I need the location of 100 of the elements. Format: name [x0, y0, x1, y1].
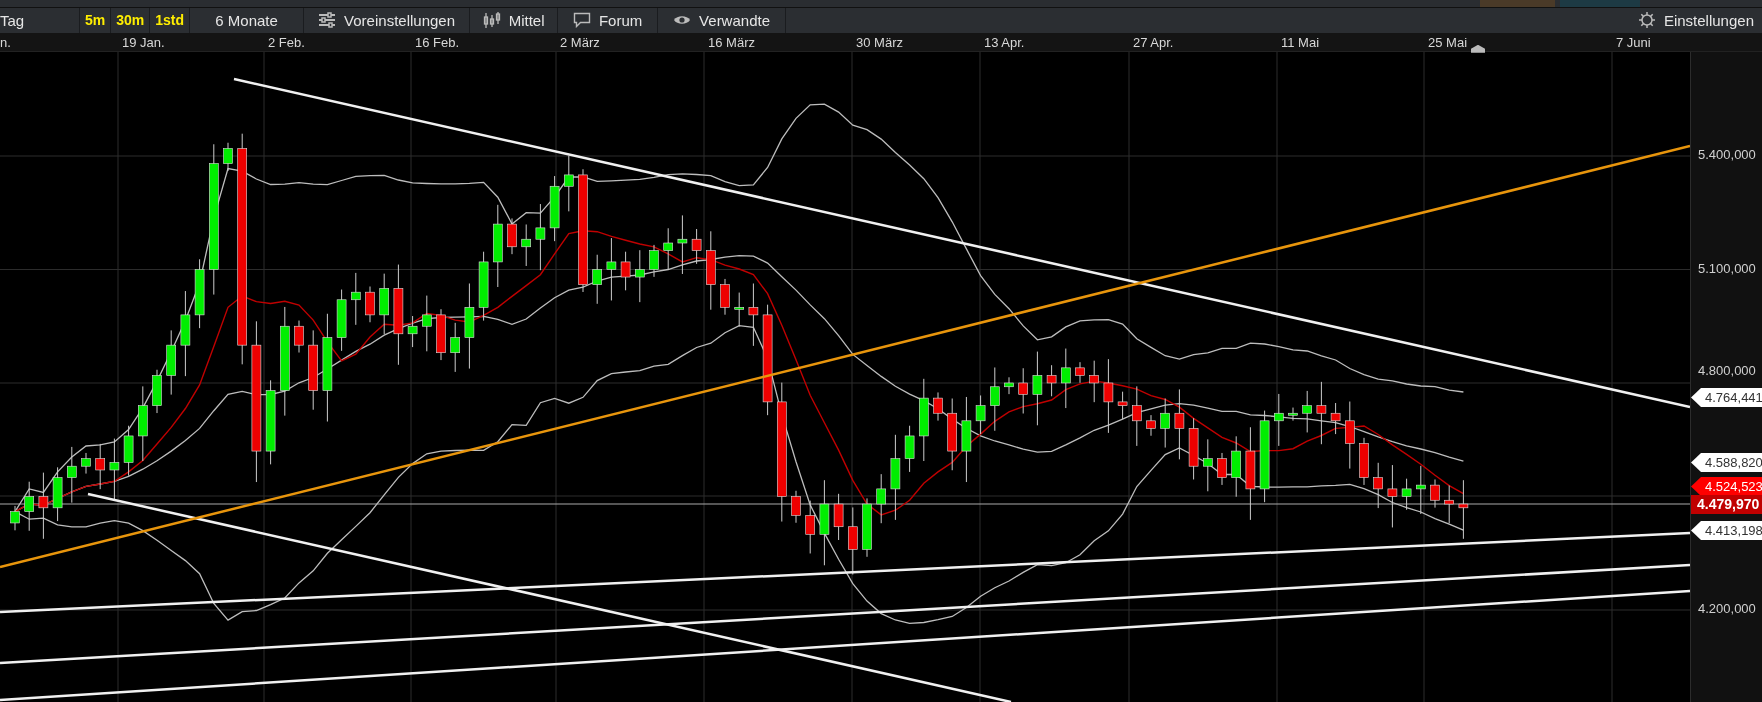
candle	[564, 155, 574, 212]
date-label: 11 Mai	[1281, 34, 1320, 50]
price-tick-label: 4.200,000	[1698, 601, 1756, 616]
candle	[10, 505, 20, 531]
price-flag: 4.413,198	[1691, 521, 1762, 540]
candle	[521, 223, 531, 267]
candle	[1416, 465, 1426, 515]
candle	[1302, 390, 1312, 433]
candle	[1146, 414, 1156, 437]
candle	[1061, 348, 1071, 409]
date-label: 27 Apr.	[1133, 34, 1174, 50]
candle	[336, 289, 347, 352]
candle	[1231, 435, 1241, 498]
sliders-icon	[318, 12, 337, 29]
date-label: 13 Apr.	[984, 34, 1025, 50]
candle	[677, 214, 688, 275]
candle	[1401, 478, 1412, 511]
candle	[1359, 437, 1369, 486]
candle	[1316, 381, 1327, 445]
candle	[862, 497, 872, 558]
candle	[1203, 438, 1213, 492]
date-label: 2 März	[560, 34, 600, 50]
last-price-flag: 4.479,970	[1691, 495, 1762, 514]
date-label: 25 Mai	[1428, 34, 1468, 50]
candle	[507, 217, 517, 255]
marker-icon[interactable]	[1471, 44, 1485, 53]
range-button[interactable]: Tag	[0, 7, 80, 33]
candle	[52, 466, 63, 522]
candle	[1132, 385, 1142, 447]
price-flag: 4.764,441	[1691, 388, 1762, 407]
candle	[535, 203, 546, 271]
candle	[663, 227, 673, 271]
candle	[1174, 388, 1185, 460]
date-label: 16 März	[708, 34, 755, 50]
candle	[549, 175, 560, 242]
candle	[422, 295, 432, 352]
date-label: 19 Jan.	[122, 34, 165, 50]
candle	[1188, 417, 1199, 480]
candle	[109, 438, 120, 502]
candle	[734, 292, 744, 327]
candle	[848, 506, 858, 575]
candle	[592, 254, 602, 305]
candle	[152, 369, 162, 414]
candle	[294, 320, 304, 354]
candle	[1089, 360, 1099, 403]
eye-icon	[673, 14, 692, 27]
candle	[81, 452, 91, 475]
candle	[1458, 479, 1469, 540]
candle	[67, 446, 77, 504]
candle	[833, 493, 844, 541]
candle	[1075, 361, 1085, 384]
candle	[1217, 452, 1227, 486]
price-flag: 4.588,820	[1691, 453, 1762, 472]
candle	[478, 251, 489, 322]
candle	[720, 278, 730, 316]
candle	[24, 481, 34, 532]
price-tick-label: 5.400,000	[1698, 147, 1756, 162]
candle	[194, 258, 205, 329]
candle	[1046, 364, 1057, 397]
candle	[1274, 393, 1284, 447]
candle	[791, 490, 801, 524]
candle	[166, 329, 176, 396]
candle	[1373, 462, 1383, 509]
price-tick-label: 5.100,000	[1698, 260, 1756, 276]
candle	[1288, 407, 1298, 422]
candle	[95, 443, 105, 490]
candlestick-icon	[482, 11, 501, 30]
candle	[365, 286, 375, 323]
candle	[1444, 485, 1454, 524]
candle	[351, 272, 361, 326]
candle	[649, 244, 659, 278]
candle	[1117, 391, 1128, 420]
candle	[748, 283, 759, 347]
candle	[1160, 398, 1170, 449]
candle	[1018, 367, 1028, 414]
settings-icon	[1637, 11, 1656, 30]
date-label: 30 März	[856, 34, 903, 50]
candle	[223, 142, 233, 172]
speech-bubble-icon	[572, 12, 591, 29]
date-label: 7 Juni	[1616, 34, 1651, 50]
candle	[436, 308, 446, 361]
candle	[606, 237, 617, 301]
candle	[904, 425, 915, 473]
candle	[1430, 478, 1440, 509]
candle	[635, 249, 645, 303]
candle	[1330, 402, 1341, 435]
date-label: 16 Feb.	[415, 34, 460, 50]
candle	[379, 273, 389, 335]
date-label: n.	[0, 34, 11, 50]
candle	[1387, 464, 1398, 528]
candle	[1004, 376, 1014, 395]
candle	[691, 228, 702, 265]
candle	[990, 366, 1000, 432]
price-tick-label: 4.800,000	[1698, 363, 1756, 378]
candle	[975, 394, 986, 435]
candle	[407, 315, 418, 348]
candle	[1345, 401, 1355, 470]
candle	[620, 251, 631, 291]
candle	[123, 425, 134, 477]
candle	[450, 322, 460, 373]
